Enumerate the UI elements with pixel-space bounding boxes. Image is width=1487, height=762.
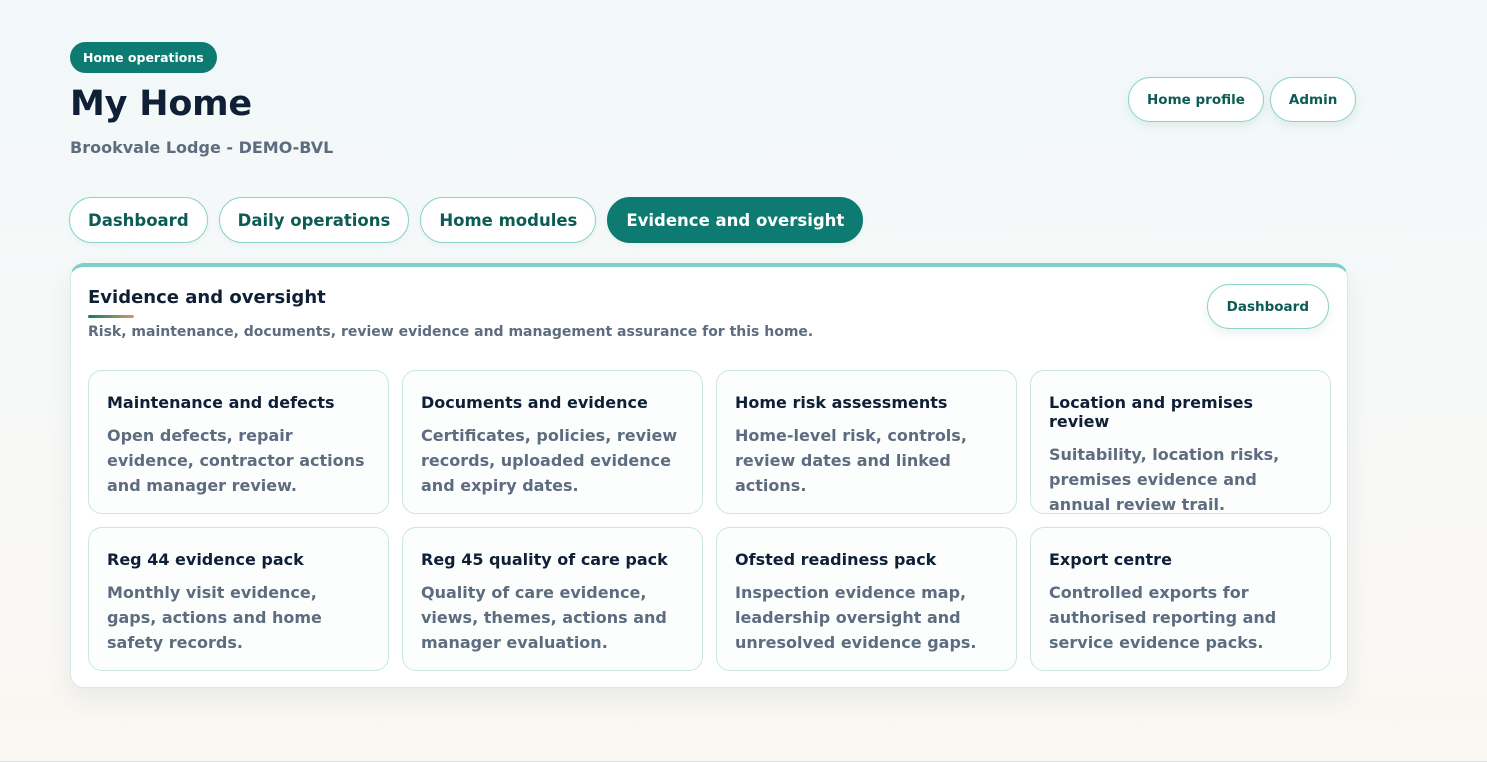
card-maintenance-and-defects[interactable]: Maintenance and defects Open defects, re… bbox=[88, 370, 389, 514]
card-title: Documents and evidence bbox=[421, 393, 648, 412]
header-actions: Home profile Admin bbox=[1128, 77, 1357, 122]
card-description: Certificates, policies, review records, … bbox=[421, 426, 678, 495]
home-subtitle: Brookvale Lodge - DEMO-BVL bbox=[70, 138, 334, 157]
tab-bar: Dashboard Daily operations Home modules … bbox=[69, 197, 864, 243]
card-reg-44-evidence-pack[interactable]: Reg 44 evidence pack Monthly visit evide… bbox=[88, 527, 389, 671]
evidence-panel: Evidence and oversight Risk, maintenance… bbox=[70, 263, 1348, 688]
title-accent-underline bbox=[88, 315, 134, 318]
card-description: Quality of care evidence, views, themes,… bbox=[421, 583, 667, 652]
panel-description: Risk, maintenance, documents, review evi… bbox=[88, 324, 814, 340]
tab-dashboard[interactable]: Dashboard bbox=[69, 197, 208, 243]
card-reg-45-quality-of-care-pack[interactable]: Reg 45 quality of care pack Quality of c… bbox=[402, 527, 703, 671]
panel-title: Evidence and oversight bbox=[88, 287, 326, 308]
card-description: Monthly visit evidence, gaps, actions an… bbox=[107, 583, 322, 652]
card-title: Ofsted readiness pack bbox=[735, 550, 937, 569]
card-description: Controlled exports for authorised report… bbox=[1049, 583, 1277, 652]
card-description: Suitability, location risks, premises ev… bbox=[1049, 445, 1280, 514]
card-documents-and-evidence[interactable]: Documents and evidence Certificates, pol… bbox=[402, 370, 703, 514]
page-title: My Home bbox=[70, 84, 252, 124]
admin-button[interactable]: Admin bbox=[1269, 77, 1357, 122]
card-title: Maintenance and defects bbox=[107, 393, 335, 412]
card-title: Location and premises review bbox=[1049, 393, 1254, 431]
card-description: Open defects, repair evidence, contracto… bbox=[107, 426, 365, 495]
card-location-and-premises-review[interactable]: Location and premises review Suitability… bbox=[1030, 370, 1331, 514]
card-export-centre[interactable]: Export centre Controlled exports for aut… bbox=[1030, 527, 1331, 671]
home-profile-button[interactable]: Home profile bbox=[1128, 77, 1264, 122]
tab-home-modules[interactable]: Home modules bbox=[420, 197, 597, 243]
module-card-grid: Maintenance and defects Open defects, re… bbox=[88, 370, 1331, 671]
section-badge: Home operations bbox=[70, 42, 217, 73]
card-description: Home-level risk, controls, review dates … bbox=[735, 426, 967, 495]
card-title: Reg 44 evidence pack bbox=[107, 550, 304, 569]
card-title: Export centre bbox=[1049, 550, 1172, 569]
card-title: Reg 45 quality of care pack bbox=[421, 550, 668, 569]
dashboard-button[interactable]: Dashboard bbox=[1206, 284, 1329, 329]
tab-daily-operations[interactable]: Daily operations bbox=[218, 197, 410, 243]
tab-evidence-and-oversight[interactable]: Evidence and oversight bbox=[607, 197, 864, 243]
card-home-risk-assessments[interactable]: Home risk assessments Home-level risk, c… bbox=[716, 370, 1017, 514]
card-title: Home risk assessments bbox=[735, 393, 948, 412]
card-description: Inspection evidence map, leadership over… bbox=[735, 583, 977, 652]
card-ofsted-readiness-pack[interactable]: Ofsted readiness pack Inspection evidenc… bbox=[716, 527, 1017, 671]
